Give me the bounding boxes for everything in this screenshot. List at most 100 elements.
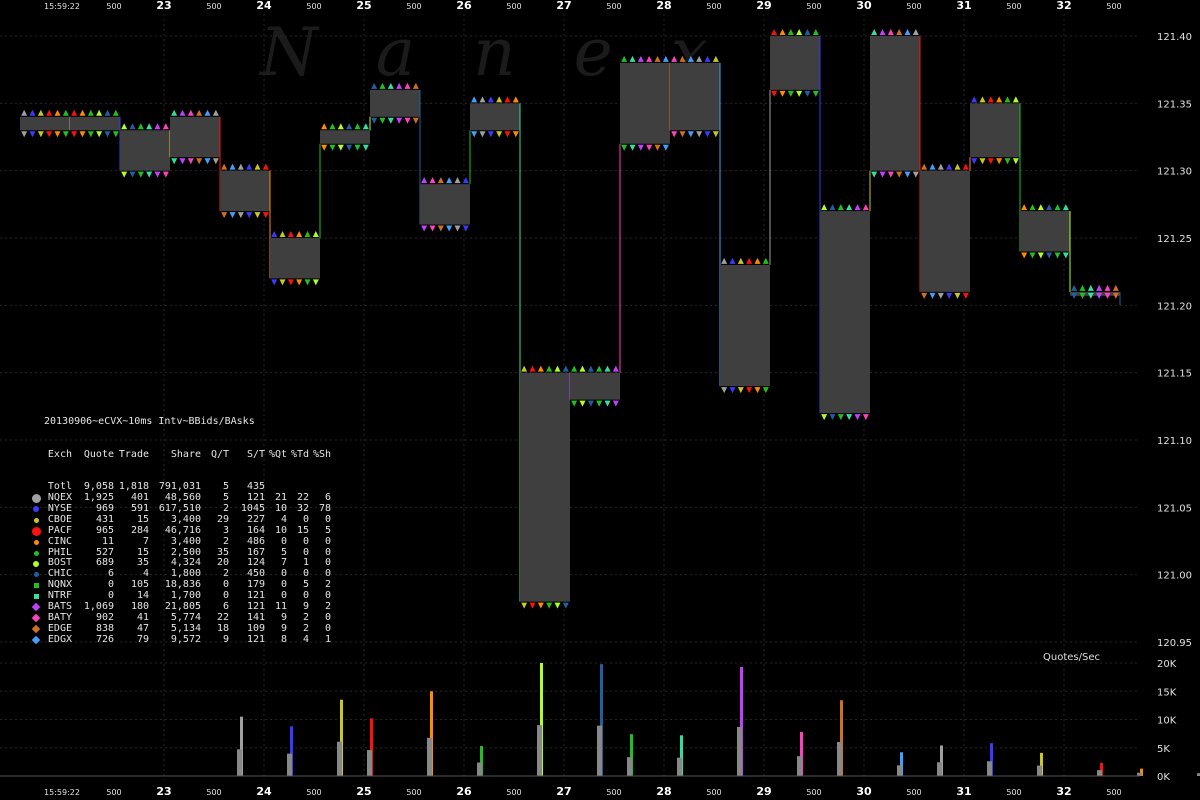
bid-ask-band xyxy=(420,184,470,225)
bid-ask-band xyxy=(370,89,420,117)
ask-marker xyxy=(729,257,736,264)
volume-bar-base xyxy=(797,756,802,776)
bid-ask-band xyxy=(220,170,270,212)
bid-marker xyxy=(754,387,761,394)
ask-marker xyxy=(179,109,186,116)
bid-ask-band xyxy=(270,238,320,279)
bid-marker xyxy=(321,144,328,151)
phil-marker-icon xyxy=(30,550,42,556)
x-tick-label: 500 xyxy=(1006,788,1021,797)
volume-bar-base xyxy=(897,765,902,776)
x-tick-label: 500 xyxy=(306,788,321,797)
bid-marker xyxy=(1029,252,1036,259)
stats-cell-exch: CINC xyxy=(47,535,72,547)
ask-marker xyxy=(904,29,911,35)
bid-marker xyxy=(554,602,561,609)
bid-ask-band xyxy=(70,116,120,131)
ask-marker xyxy=(521,365,528,372)
ask-marker xyxy=(929,163,936,170)
volume-bar-base xyxy=(367,750,372,776)
bid-marker xyxy=(429,225,436,232)
ask-marker xyxy=(1054,204,1061,211)
bid-marker xyxy=(771,90,778,97)
ask-marker xyxy=(529,365,536,372)
baty-marker-icon xyxy=(30,614,42,623)
bid-marker xyxy=(396,117,403,124)
x-tick-label: 25 xyxy=(356,785,371,798)
ask-marker xyxy=(237,163,244,170)
ask-marker xyxy=(537,365,544,372)
ask-marker xyxy=(62,109,69,116)
ask-marker xyxy=(437,177,444,184)
ask-marker xyxy=(321,123,328,130)
bid-marker xyxy=(112,131,119,138)
y-tick-label: 121.10 xyxy=(1157,436,1192,447)
bid-marker xyxy=(46,131,53,138)
ask-marker xyxy=(154,123,161,130)
bid-marker xyxy=(412,117,419,124)
volume-bar-base xyxy=(597,725,602,776)
bid-marker xyxy=(504,131,511,138)
edgx-marker-icon xyxy=(30,635,42,645)
ask-marker xyxy=(954,163,961,170)
ask-marker xyxy=(871,29,878,35)
y-tick-label: 121.40 xyxy=(1157,32,1192,43)
bid-marker xyxy=(137,171,144,178)
ask-marker xyxy=(129,123,136,130)
ask-marker xyxy=(1012,96,1019,103)
ask-marker xyxy=(829,204,836,211)
volume-bar-base xyxy=(987,761,992,776)
ask-marker xyxy=(1046,204,1053,211)
bid-marker xyxy=(887,171,894,178)
x-tick-label: 500 xyxy=(906,788,921,797)
bid-marker xyxy=(837,414,844,421)
ask-marker xyxy=(187,109,194,116)
bid-marker xyxy=(621,144,628,151)
bid-marker xyxy=(1004,158,1011,165)
bid-marker xyxy=(187,158,194,165)
edge-marker-icon xyxy=(30,624,42,634)
ask-marker xyxy=(779,29,786,35)
bid-marker xyxy=(537,602,544,609)
ask-marker xyxy=(812,29,819,35)
x-tick-label: 27 xyxy=(556,0,571,12)
bid-marker xyxy=(479,131,486,138)
x-tick-label: 500 xyxy=(1106,788,1121,797)
bid-marker xyxy=(21,131,28,138)
ask-marker xyxy=(429,177,436,184)
bid-ask-band xyxy=(320,130,370,144)
ask-marker xyxy=(879,29,886,35)
bid-marker xyxy=(179,158,186,165)
ask-marker xyxy=(579,365,586,372)
ask-marker xyxy=(987,96,994,103)
ask-marker xyxy=(504,96,511,103)
volume-bar-base xyxy=(287,753,292,776)
hdr-pct-td: %Td xyxy=(290,448,309,460)
bid-marker xyxy=(1037,252,1044,259)
stats-title: 20130906~eCVX~10ms Intv~BBids/BAsks xyxy=(44,415,255,427)
bid-marker xyxy=(204,158,211,165)
ask-marker xyxy=(771,29,778,35)
x-tick-label: 500 xyxy=(706,788,721,797)
bid-marker xyxy=(454,225,461,232)
bid-marker xyxy=(1012,158,1019,165)
bid-ask-band xyxy=(820,211,870,414)
ask-marker xyxy=(887,29,894,35)
ask-marker xyxy=(612,365,619,372)
x-tick-label: 500 xyxy=(906,2,921,11)
ask-marker xyxy=(496,96,503,103)
bid-marker xyxy=(171,158,178,165)
bid-marker xyxy=(637,144,644,151)
ask-marker xyxy=(479,96,486,103)
bid-marker xyxy=(154,171,161,178)
bid-marker xyxy=(271,279,278,286)
volume-tick-label: 10K xyxy=(1157,716,1177,727)
x-tick-label: 500 xyxy=(606,2,621,11)
bid-marker xyxy=(654,144,661,151)
bid-marker xyxy=(604,400,611,407)
stats-cell-qt: 9 xyxy=(222,633,229,645)
bid-marker xyxy=(471,131,478,138)
stats-cell-quote: 11 xyxy=(101,535,114,547)
ask-marker xyxy=(337,123,344,130)
bid-ask-band xyxy=(470,103,520,131)
